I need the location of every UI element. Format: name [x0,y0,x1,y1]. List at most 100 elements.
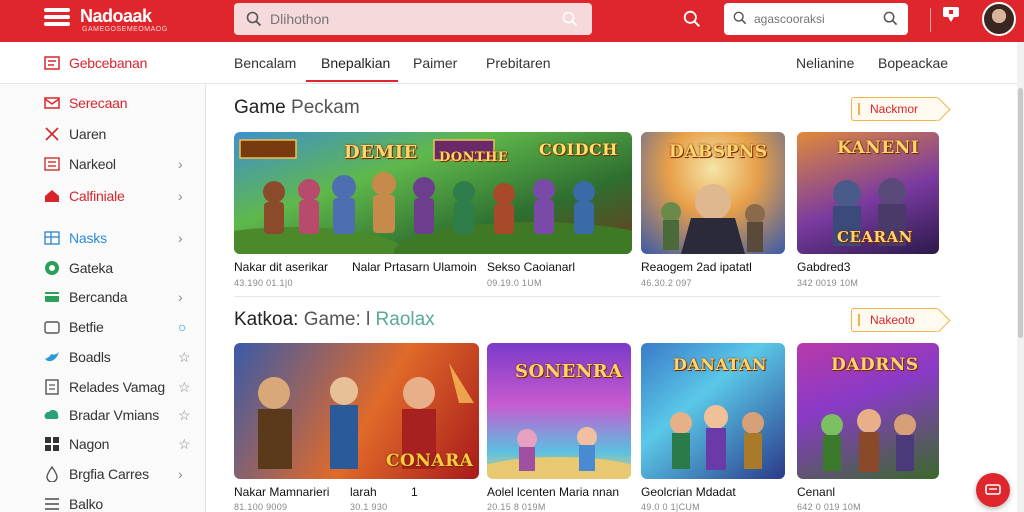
sidebar-item-label: Balko [69,496,104,512]
sidebar-item-label: Relades Vamag [69,379,165,395]
section-title: Game Peckam [234,97,360,119]
game-card-meta: 30.1 930 [350,502,388,512]
game-card-title[interactable]: Reaogem 2ad ipatatl [641,260,752,274]
sidebar-item-8[interactable]: Boadls ☆ [0,343,206,371]
game-card-meta: 09.19.0 1UM [487,278,542,288]
sidebar-item-12[interactable]: Brgfia Carres › [0,460,206,488]
game-card-title[interactable]: Nakar Mamnarieri [234,485,329,499]
game-card-title[interactable]: Sekso Caoianarl [487,260,575,274]
section-title-bold: Game [234,97,286,118]
more-button[interactable]: Nackmor [851,97,939,121]
section-title-accent: Raolax [375,309,435,330]
card-logo-text: DABSPNS [669,142,768,162]
sidebar-item-13[interactable]: Balko [0,490,206,512]
star-icon[interactable]: ☆ [178,349,191,366]
search-icon [733,11,747,25]
logo-icon[interactable] [44,8,70,30]
banner-logo-text: COIDCH [539,140,618,159]
sidebar-item-6[interactable]: Bercanda › [0,283,206,311]
game-card-meta: 49.0 0 1|CUM [641,502,700,512]
header-search-icon[interactable] [683,10,701,28]
sidebar-item-home[interactable]: Gebcebanan [0,49,206,77]
sidebar-item-label: Uaren [69,126,107,142]
search-submit-icon[interactable] [883,11,898,26]
game-card[interactable]: SONENRA [487,343,631,479]
card-logo-text: KANENI [837,138,920,158]
card-logo-text: CONARA [386,451,474,471]
chevron-right-icon[interactable]: › [178,156,183,172]
notification-icon[interactable] [940,5,962,25]
main-search-bar[interactable] [234,3,592,35]
game-card-title[interactable]: Aolel lcenten Maria nnan [487,485,619,499]
circle-g-icon [44,260,60,276]
bird-icon [44,349,60,365]
star-icon[interactable]: ☆ [178,379,191,396]
scrollbar-thumb[interactable] [1018,88,1023,338]
user-avatar[interactable] [982,2,1016,36]
more-button-label: Nackmor [870,102,919,116]
chat-fab-button[interactable] [976,473,1010,507]
category-tabs: Bencalam Bnepalkian Paimer Prebitaren Ne… [206,42,1024,84]
secondary-search-input[interactable] [754,10,874,28]
card-logo-text: CEARAN [837,228,913,246]
secondary-search-bar[interactable] [724,3,908,35]
sidebar-item-9[interactable]: Relades Vamag ☆ [0,373,206,401]
tab-right-0[interactable]: Nelianine [796,55,854,71]
game-card[interactable]: DADRNS [797,343,939,479]
tab-2[interactable]: Paimer [413,55,457,71]
game-card[interactable]: DANATAN [641,343,785,479]
tab-3[interactable]: Prebitaren [486,55,551,71]
sidebar-item-3[interactable]: Calfiniale › [0,182,206,210]
sidebar-item-5[interactable]: Gateka [0,254,206,282]
sidebar-item-label: Boadls [69,349,111,365]
game-card-title[interactable]: larah [350,485,377,499]
sidebar-item-4[interactable]: Nasks › [0,224,206,252]
sidebar-item-7[interactable]: Betfie ○ [0,313,206,341]
game-card[interactable]: CONARA [234,343,479,479]
chevron-right-icon[interactable]: › [178,188,183,204]
game-card-title[interactable]: Geolcrian Mdadat [641,485,736,499]
doc-icon [44,379,60,395]
chevron-right-icon[interactable]: › [178,466,183,482]
sidebar-item-2[interactable]: Narkeol › [0,150,206,178]
game-card-title[interactable]: 1 [411,485,418,499]
menu-icon [44,496,60,512]
section-title-bold: Katkoa: [234,309,299,330]
tab-1[interactable]: Bnepalkian [321,55,390,71]
logo-text[interactable]: Nadoaak [80,6,152,27]
sidebar-item-1[interactable]: Uaren [0,120,206,148]
star-icon[interactable]: ☆ [178,407,191,424]
chevron-right-icon[interactable]: › [178,230,183,246]
sidebar-item-0[interactable]: Serecaan [0,89,206,117]
tab-0[interactable]: Bencalam [234,55,296,71]
game-card-title[interactable]: Nalar Prtasarn Ulamoin [352,260,477,274]
more-button[interactable]: Nakeoto [851,308,939,332]
game-card-title[interactable]: Cenanl [797,485,835,499]
card-logo-text: DANATAN [673,355,768,374]
game-card-meta: 43.190 01.1|0 [234,278,293,288]
chevron-right-icon[interactable]: › [178,289,183,305]
page-scrollbar[interactable] [1017,42,1024,512]
sidebar-item-label: Nagon [69,436,110,452]
main-search-input[interactable] [270,9,550,29]
card-logo-text: DADRNS [831,355,919,375]
sidebar-item-11[interactable]: Nagon ☆ [0,430,206,458]
top-header: Nadoaak GAMEGOSEMEOMAOG [0,0,1024,42]
star-icon[interactable]: ☆ [178,436,191,453]
sidebar-header: Gebcebanan [0,42,206,84]
game-card[interactable]: DABSPNS [641,132,785,254]
list-icon [44,156,60,172]
search-submit-icon[interactable] [562,11,578,27]
tab-right-1[interactable]: Bopeackae [878,55,948,71]
game-card-title[interactable]: Nakar dit aserikar [234,260,328,274]
sidebar-item-10[interactable]: Bradar Vmians ☆ [0,401,206,429]
drop-icon [44,466,60,482]
folder-icon [44,319,60,335]
card-icon [44,289,60,305]
game-card-banner[interactable]: DEMIE DONTHE COIDCH [234,132,632,254]
game-card[interactable]: KANENI CEARAN [797,132,939,254]
status-dot-icon[interactable]: ○ [178,319,186,335]
game-card-title[interactable]: Gabdred3 [797,260,850,274]
board-icon [44,230,60,246]
sidebar-item-label: Serecaan [69,95,128,111]
